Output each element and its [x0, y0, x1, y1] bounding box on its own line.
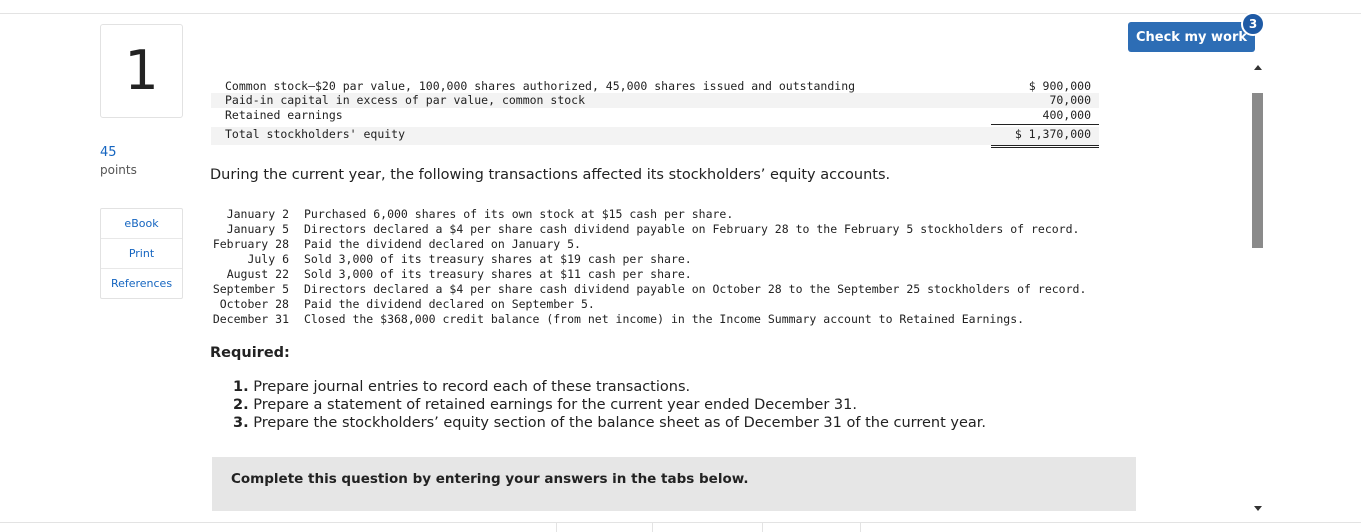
check-my-work-button[interactable]: Check my work — [1128, 22, 1255, 52]
intro-text: During the current year, the following t… — [210, 167, 891, 183]
required-item-text: Prepare a statement of retained earnings… — [253, 397, 857, 413]
row-label: Common stock—$20 par value, 100,000 shar… — [225, 79, 856, 93]
table-row: Paid-in capital in excess of par value, … — [211, 93, 1099, 108]
footer-tick — [762, 523, 763, 532]
subtotal-rule — [991, 124, 1099, 125]
row-label: Paid-in capital in excess of par value, … — [225, 93, 586, 107]
transaction-date: January 5 — [226, 222, 289, 236]
transaction-desc: Sold 3,000 of its treasury shares at $19… — [304, 252, 692, 266]
instructions-panel: Complete this question by entering your … — [212, 457, 1136, 511]
question-number: 1 — [124, 39, 159, 102]
transaction-date: July 6 — [247, 252, 289, 266]
points-value: 45 — [100, 145, 117, 160]
table-row: Retained earnings 400,000 — [211, 108, 1099, 123]
row-value: 400,000 — [1042, 108, 1091, 122]
transaction-date: December 31 — [212, 312, 289, 326]
row-value: $ 1,370,000 — [1014, 127, 1091, 141]
row-label: Total stockholders' equity — [225, 127, 406, 141]
required-item-number: 2. — [233, 397, 249, 413]
table-row: Common stock—$20 par value, 100,000 shar… — [211, 79, 1099, 94]
required-item: 1. Prepare journal entries to record eac… — [233, 379, 690, 395]
transaction-date: September 5 — [212, 282, 289, 296]
transaction-desc: Purchased 6,000 shares of its own stock … — [304, 207, 734, 221]
references-link[interactable]: References — [101, 269, 182, 298]
table-row: Total stockholders' equity $ 1,370,000 — [211, 127, 1099, 145]
required-item-text: Prepare journal entries to record each o… — [253, 379, 691, 395]
scroll-up-arrow-icon[interactable] — [1254, 65, 1262, 70]
footer-tick — [860, 523, 861, 532]
required-item: 3. Prepare the stockholders’ equity sect… — [233, 415, 986, 431]
resource-tools: eBook Print References — [100, 208, 183, 299]
print-link[interactable]: Print — [101, 239, 182, 269]
scrollbar-thumb[interactable] — [1252, 93, 1263, 248]
transaction-desc: Sold 3,000 of its treasury shares at $11… — [304, 267, 692, 281]
transaction-desc: Paid the dividend declared on January 5. — [304, 237, 581, 251]
total-double-rule — [991, 145, 1099, 148]
bottom-divider — [0, 522, 1361, 523]
transaction-date: February 28 — [212, 237, 289, 251]
required-heading: Required: — [210, 345, 290, 361]
instructions-text: Complete this question by entering your … — [231, 471, 749, 487]
transaction-date: August 22 — [226, 267, 289, 281]
question-number-box: 1 — [100, 24, 183, 118]
footer-tick — [556, 523, 557, 532]
transaction-desc: Directors declared a $4 per share cash d… — [304, 282, 1087, 296]
scroll-down-arrow-icon[interactable] — [1254, 506, 1262, 511]
row-label: Retained earnings — [225, 108, 343, 122]
top-divider — [0, 13, 1361, 14]
transaction-date: October 28 — [219, 297, 289, 311]
required-item-number: 3. — [233, 415, 249, 431]
ebook-link[interactable]: eBook — [101, 209, 182, 239]
required-item-text: Prepare the stockholders’ equity section… — [253, 415, 987, 431]
transaction-desc: Closed the $368,000 credit balance (from… — [304, 312, 1025, 326]
points-label: points — [100, 163, 137, 177]
transaction-desc: Paid the dividend declared on September … — [304, 297, 595, 311]
footer-tick — [652, 523, 653, 532]
required-item: 2. Prepare a statement of retained earni… — [233, 397, 857, 413]
attempts-badge: 3 — [1241, 12, 1265, 36]
row-value: 70,000 — [1049, 93, 1091, 107]
transaction-date: January 2 — [226, 207, 289, 221]
row-value: $ 900,000 — [1028, 79, 1091, 93]
required-item-number: 1. — [233, 379, 249, 395]
transaction-desc: Directors declared a $4 per share cash d… — [304, 222, 1080, 236]
